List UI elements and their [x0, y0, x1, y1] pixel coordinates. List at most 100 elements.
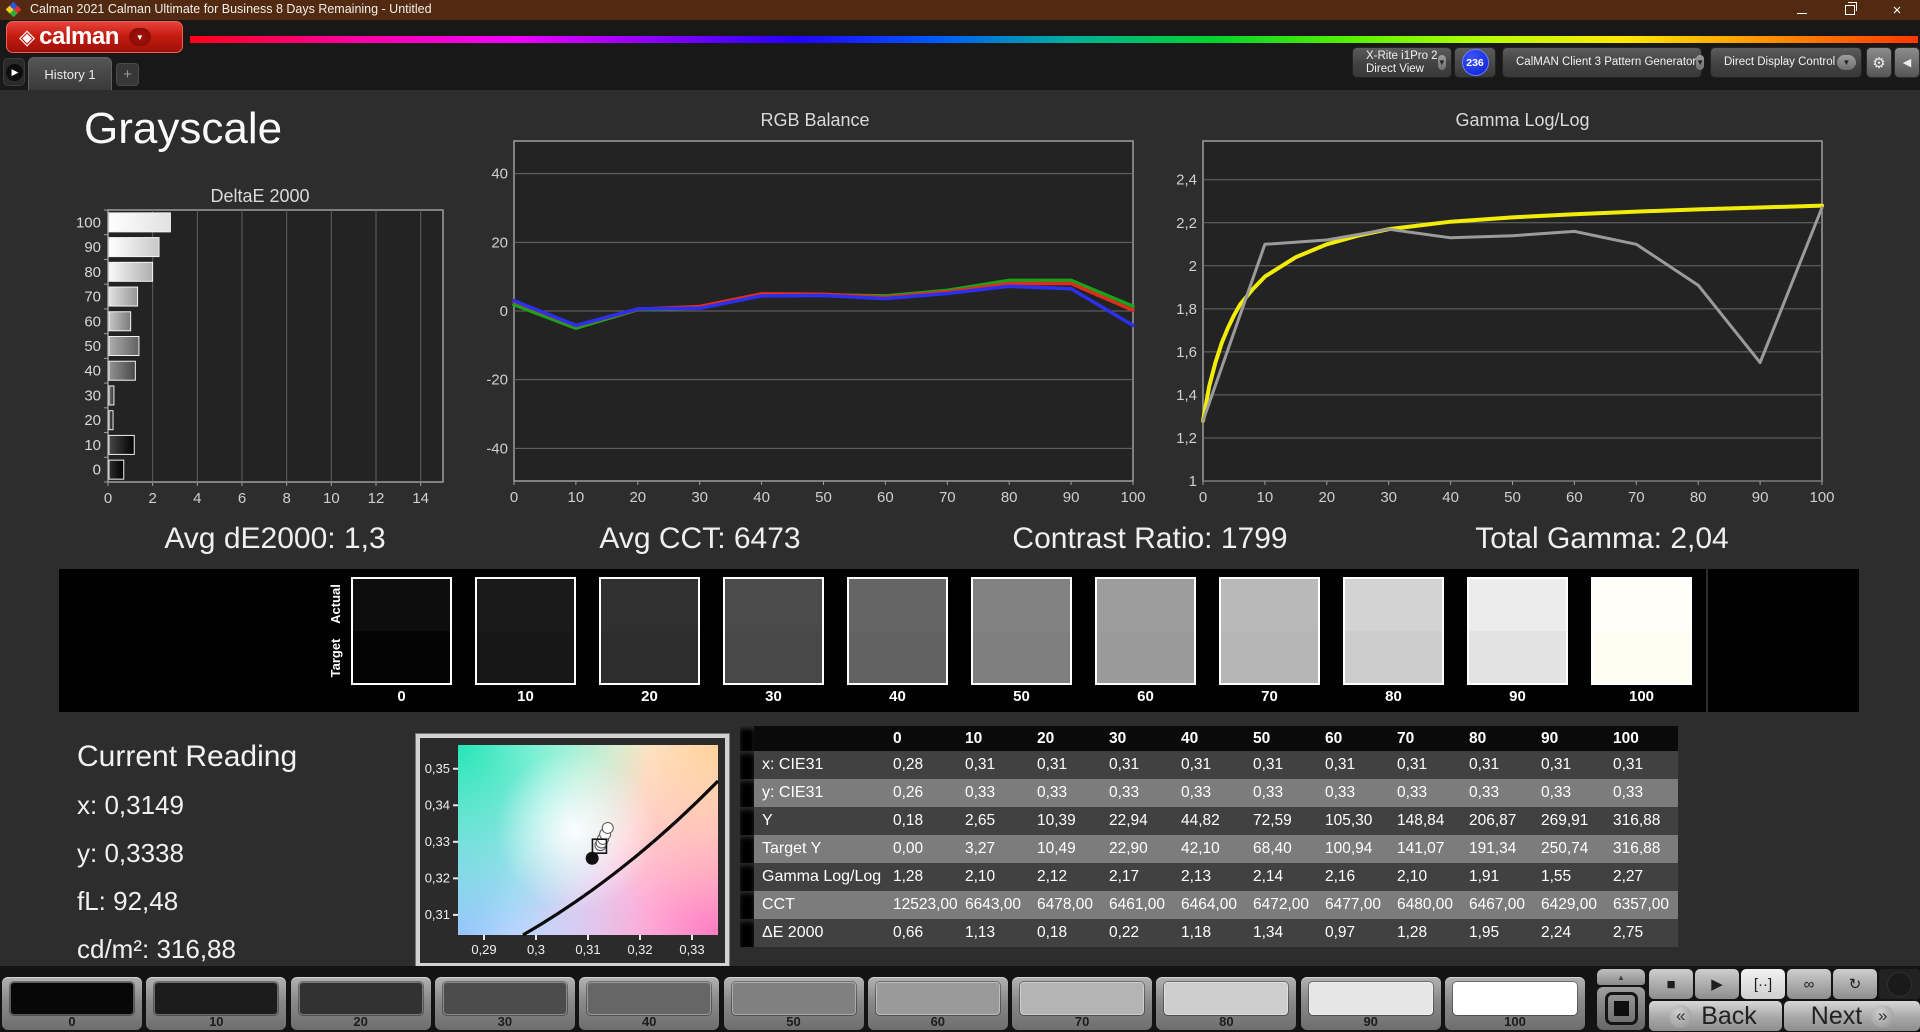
table-row[interactable]: ΔE 2000 0,66 1,13 0,18 0,22 1,18 1,34 0,97 1,28 1… — [740, 919, 1678, 947]
pattern-level-button-20[interactable]: 20 — [290, 977, 431, 1030]
app-icon — [5, 1, 22, 18]
svg-text:60: 60 — [84, 313, 101, 330]
gamma-chart-title: Gamma Log/Log — [1455, 110, 1590, 130]
table-cell: 206,87 — [1469, 812, 1517, 829]
pattern-level-button-50[interactable]: 50 — [723, 977, 864, 1030]
grayscale-swatch-50 — [971, 577, 1072, 685]
table-cell — [740, 891, 754, 919]
calman-menu-button[interactable]: ◈ calman ▼ — [6, 21, 183, 53]
pattern-level-button-30[interactable]: 30 — [434, 977, 575, 1030]
svg-text:0,32: 0,32 — [627, 942, 652, 957]
swatch-level-label: 40 — [889, 688, 906, 705]
svg-text:10: 10 — [568, 489, 585, 506]
pattern-level-label: 30 — [497, 1014, 513, 1029]
triangle-up-icon: ▲ — [1617, 972, 1625, 982]
table-row[interactable]: y: CIE31 0,26 0,33 0,33 0,33 0,33 0,33 0,33 0,33… — [740, 779, 1678, 807]
table-cell: 72,59 — [1253, 812, 1292, 829]
table-cell: 0,33 — [1037, 784, 1068, 801]
table-row[interactable]: Gamma Log/Log 1,28 2,10 2,12 2,17 2,13 2,14 2,1… — [740, 863, 1678, 891]
table-row[interactable]: Y 0,18 2,65 10,39 22,94 44,82 72,59 105,30 148,8… — [740, 807, 1678, 835]
table-cell: 269,91 — [1541, 812, 1589, 829]
pattern-level-button-60[interactable]: 60 — [867, 977, 1008, 1030]
next-button[interactable]: Next » — [1784, 1001, 1920, 1031]
add-tab-button[interactable]: + — [116, 63, 139, 86]
svg-text:0,33: 0,33 — [425, 834, 450, 849]
table-cell: 2,17 — [1109, 868, 1140, 885]
target-half — [849, 631, 946, 683]
table-cell: 1,13 — [965, 924, 996, 941]
table-cell: 70 — [1397, 730, 1415, 747]
table-cell: 12523,00 — [893, 896, 958, 913]
target-half — [1593, 631, 1690, 683]
continuous-button[interactable]: ∞ — [1787, 969, 1831, 999]
pattern-level-label: 20 — [353, 1014, 368, 1029]
collapse-panel-button[interactable]: ◀ — [1894, 47, 1920, 78]
svg-text:6: 6 — [238, 490, 246, 507]
cie-overlay: 0,35 0,34 0,33 0,32 0,31 0,29 0,3 0,31 0,32 0,33 — [425, 761, 720, 957]
bottom-bar: 0 10 20 30 40 50 60 70 80 90 100 ▲ ■ ▶ [··] ∞ ↻ « Back… — [0, 966, 1920, 1032]
pattern-swatch — [875, 982, 1000, 1015]
pattern-window-button[interactable]: [··] — [1741, 969, 1785, 999]
current-reading-title: Current Reading — [77, 740, 298, 773]
pattern-level-button-0[interactable]: 0 — [2, 977, 142, 1030]
refresh-button[interactable]: ↻ — [1833, 969, 1877, 999]
pattern-level-label: 40 — [641, 1014, 657, 1029]
swatch-level-label: 60 — [1137, 688, 1154, 705]
stop-button[interactable]: ■ — [1649, 969, 1693, 999]
close-button[interactable]: × — [1880, 0, 1914, 20]
table-cell: 0,33 — [1109, 784, 1140, 801]
swatch-level-label: 70 — [1261, 688, 1278, 705]
tab-history-1[interactable]: History 1 — [28, 57, 112, 90]
svg-text:14: 14 — [412, 490, 429, 507]
table-row[interactable]: x: CIE31 0,28 0,31 0,31 0,31 0,31 0,31 0,31 0,31… — [740, 751, 1678, 779]
grayscale-swatch-40 — [847, 577, 948, 685]
minimize-button[interactable] — [1785, 0, 1819, 20]
display-status-accent — [1714, 52, 1718, 73]
table-row[interactable]: CCT 12523,00 6643,00 6478,00 6461,00 6464,00 6… — [740, 891, 1678, 919]
table-cell: 2,13 — [1181, 868, 1212, 885]
display-control-dropdown[interactable]: Direct Display Control ▼ — [1710, 47, 1862, 78]
play-button[interactable]: ▶ — [1695, 969, 1739, 999]
target-half — [725, 631, 822, 683]
svg-text:50: 50 — [815, 489, 832, 506]
table-cell: 0,28 — [893, 756, 924, 773]
table-cell: 0,33 — [1325, 784, 1356, 801]
pattern-level-button-40[interactable]: 40 — [579, 977, 720, 1030]
pattern-panel-expand-button[interactable]: ▲ — [1597, 969, 1645, 985]
pattern-level-button-80[interactable]: 80 — [1156, 977, 1297, 1030]
table-cell: 60 — [1325, 730, 1343, 747]
pattern-level-button-70[interactable]: 70 — [1012, 977, 1153, 1030]
svg-text:50: 50 — [1504, 489, 1521, 506]
pattern-window-button[interactable] — [1597, 987, 1645, 1030]
svg-text:10: 10 — [1257, 489, 1274, 506]
pattern-swatch — [10, 982, 134, 1015]
svg-text:0: 0 — [510, 489, 518, 506]
cie-chart: 0,35 0,34 0,33 0,32 0,31 0,29 0,3 0,31 0,32 0,33 — [416, 734, 729, 967]
table-cell: 50 — [1253, 730, 1271, 747]
pattern-source-label: CalMAN Client 3 Pattern Generator — [1516, 56, 1697, 68]
pattern-swatch — [1453, 982, 1577, 1015]
table-cell: 22,94 — [1109, 812, 1148, 829]
avg-de2000-stat: Avg dE2000: 1,3 — [164, 522, 386, 555]
restore-button[interactable] — [1833, 0, 1867, 20]
tab-scroll-button[interactable]: ▶ — [3, 58, 25, 86]
svg-text:40: 40 — [1442, 489, 1459, 506]
svg-text:-20: -20 — [486, 372, 508, 389]
table-cell: 100 — [1613, 730, 1639, 747]
settings-button[interactable]: ⚙ — [1866, 47, 1892, 78]
table-cell: 40 — [1181, 730, 1199, 747]
table-cell: 20 — [1037, 730, 1055, 747]
back-button[interactable]: « Back — [1649, 1001, 1782, 1031]
swatch-level-label: 30 — [765, 688, 782, 705]
meter-count-button[interactable]: 236 — [1454, 47, 1496, 78]
pattern-level-button-90[interactable]: 90 — [1300, 977, 1441, 1030]
meter-count-badge: 236 — [1461, 49, 1489, 76]
table-cell: 0,31 — [1541, 756, 1572, 773]
pattern-level-button-10[interactable]: 10 — [146, 977, 287, 1030]
table-row[interactable]: Target Y 0,00 3,27 10,49 22,90 42,10 68,40 100,… — [740, 835, 1678, 863]
svg-text:10: 10 — [323, 490, 340, 507]
meter-dropdown[interactable]: X-Rite i1Pro 2 Direct View ▼ — [1352, 47, 1452, 78]
pattern-level-button-100[interactable]: 100 — [1445, 977, 1585, 1030]
pattern-source-dropdown[interactable]: CalMAN Client 3 Pattern Generator ▼ — [1502, 47, 1705, 78]
table-cell: 6478,00 — [1037, 896, 1094, 913]
